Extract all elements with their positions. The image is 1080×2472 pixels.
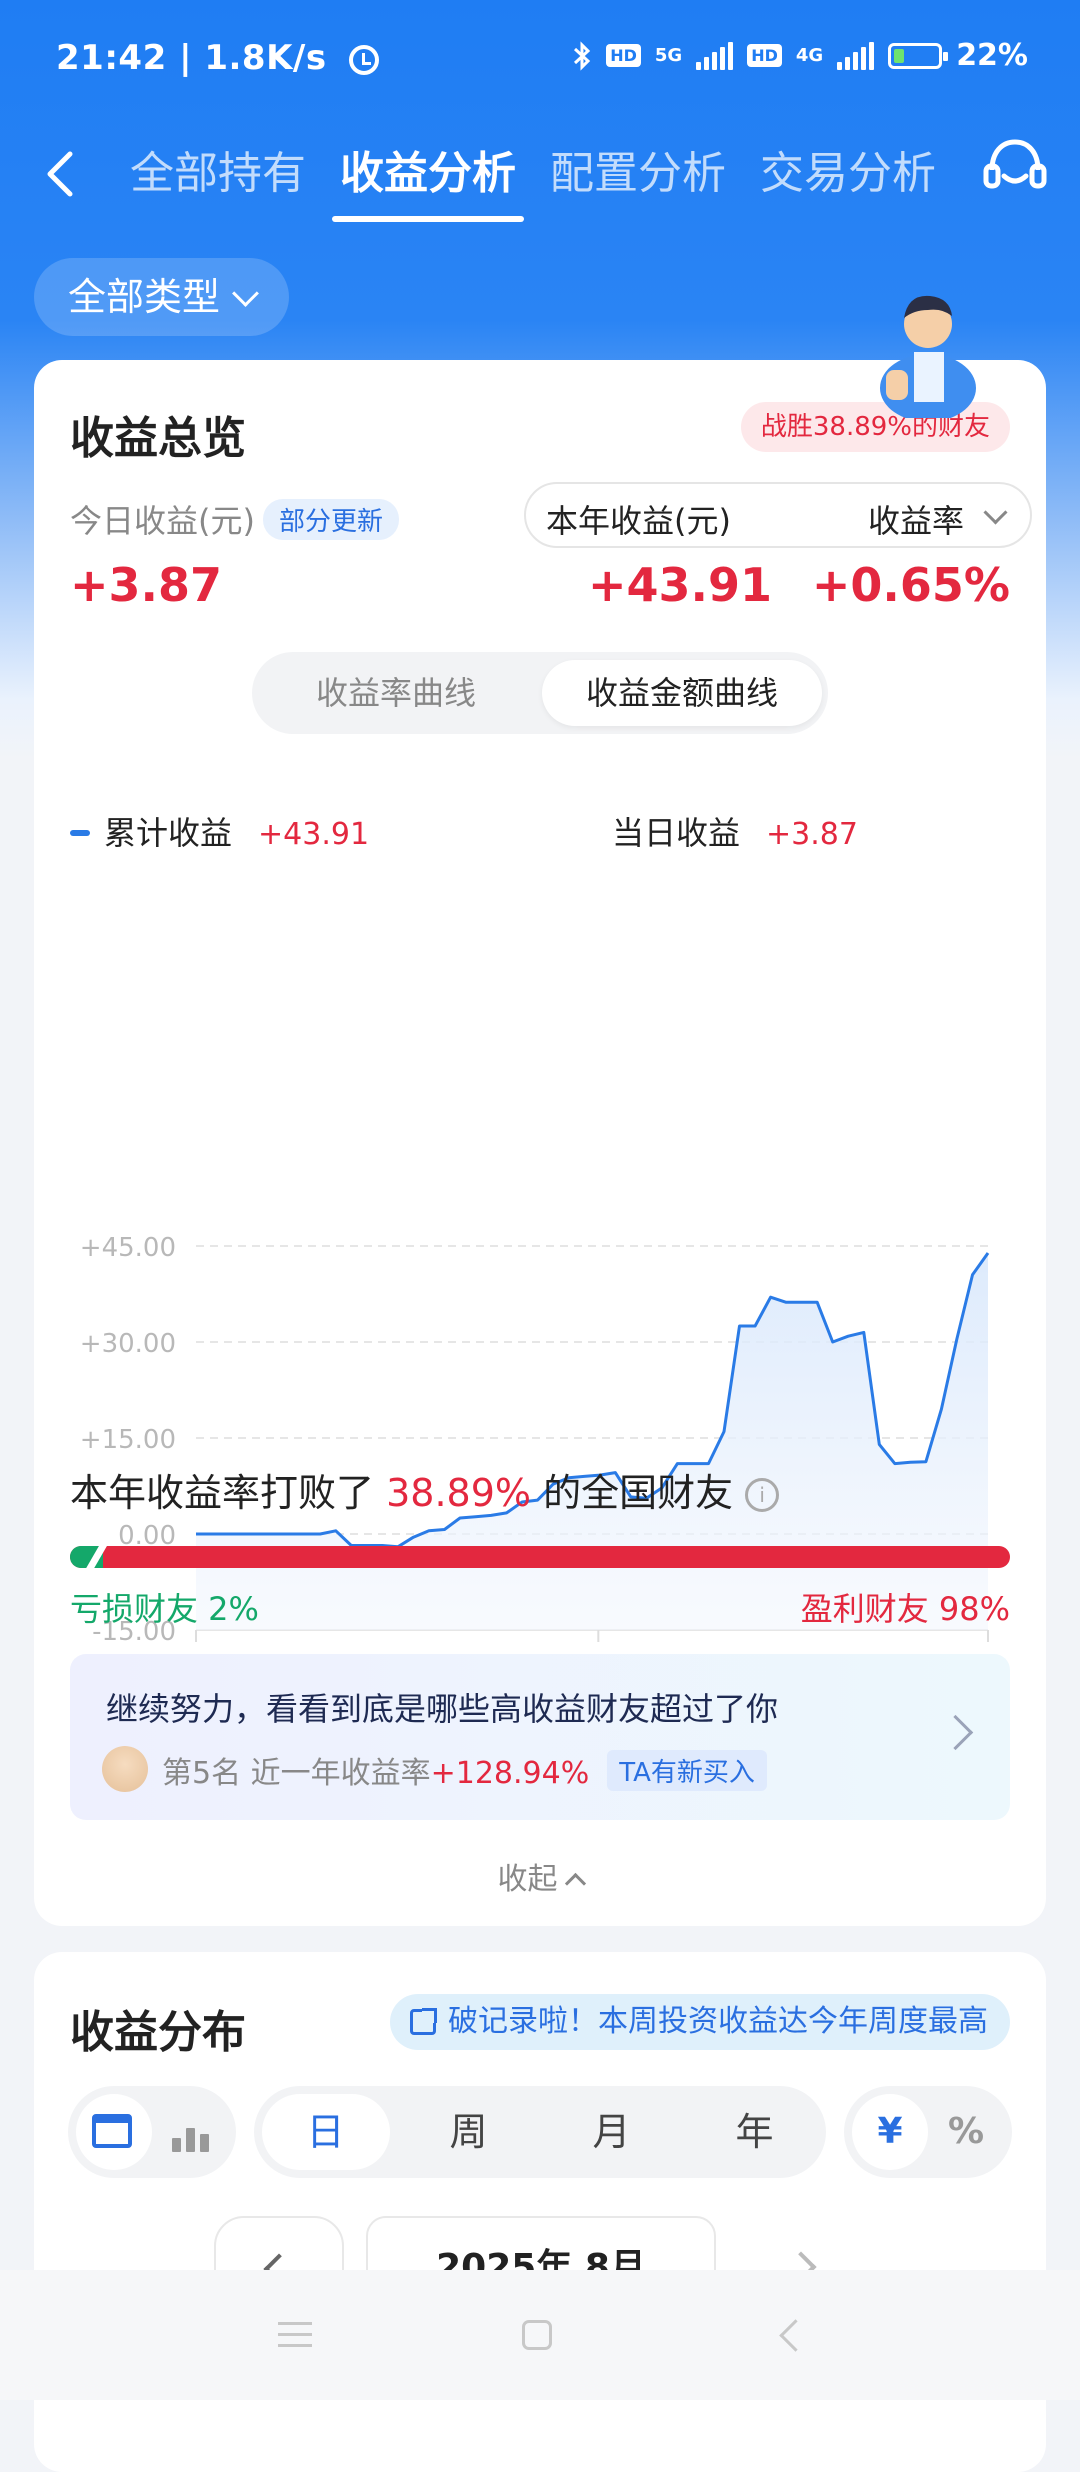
rate-label: 收益率 [867, 502, 964, 540]
high-profit-friends-banner[interactable]: 继续努力，看看到底是哪些高收益财友超过了你 第5名 近一年收益率+128.94%… [70, 1654, 1010, 1820]
rank-rate-value: +128.94% [430, 1756, 590, 1791]
hd-badge-1: HD [606, 44, 641, 67]
series-area [196, 1253, 988, 1630]
profit-rate-value: +0.65% [811, 558, 1010, 612]
banner-message: 继续努力，看看到底是哪些高收益财友超过了你 [106, 1690, 779, 1728]
year-profit-selector[interactable]: 本年收益(元) 收益率 [524, 482, 1032, 548]
status-net-speed: 1.8K/s [204, 38, 327, 78]
loss-gain-ratio-bar [70, 1546, 1010, 1568]
tab-trade-analysis[interactable]: 交易分析 [760, 134, 936, 220]
status-time: 21:42 [56, 38, 167, 78]
period-week[interactable]: 周 [397, 2086, 540, 2178]
unit-toggle: ¥ % [844, 2086, 1012, 2178]
curve-type-switch: 收益率曲线 收益金额曲线 [252, 652, 828, 734]
y-tick-label: +15.00 [80, 1425, 176, 1455]
chevron-right-icon [937, 1714, 974, 1751]
period-year[interactable]: 年 [683, 2086, 826, 2178]
amount-curve-option[interactable]: 收益金额曲线 [542, 660, 822, 726]
status-right: HD 5G HD 4G 22% [572, 38, 1028, 73]
mascot-illustration [880, 295, 976, 418]
status-left: 21:42 | 1.8K/s [56, 38, 379, 78]
profit-line-chart[interactable]: +45.00+30.00+15.000.00-15.002025-06-1920… [34, 860, 1046, 1700]
today-profit-label: 今日收益(元) 部分更新 [70, 496, 399, 542]
today-profit-value: +3.87 [70, 558, 223, 612]
top-nav: 全部持有 收益分析 配置分析 交易分析 [0, 124, 1080, 234]
home-icon[interactable] [522, 2320, 552, 2350]
overview-title: 收益总览 [70, 413, 246, 464]
battery-icon [888, 42, 949, 69]
year-profit-value: +43.91 [588, 558, 773, 612]
legend-daily: 当日收益 +3.87 [612, 814, 858, 852]
hd-badge-2: HD [747, 44, 782, 67]
avatar [102, 1746, 148, 1792]
bar-chart-icon[interactable] [172, 2112, 216, 2152]
share-link-icon [410, 2008, 437, 2035]
rank-info: 第5名 近一年收益率+128.94% TA有新买入 [162, 1748, 767, 1792]
network-5g-label: 5G [654, 44, 683, 66]
unit-yuan[interactable]: ¥ [848, 2086, 932, 2178]
type-filter-label: 全部类型 [68, 275, 221, 319]
loss-friends-label: 亏损财友 2% [70, 1590, 259, 1628]
record-badge[interactable]: 破记录啦！本周投资收益达今年周度最高 [390, 1994, 1010, 2050]
bluetooth-icon [574, 40, 591, 71]
year-profit-label: 本年收益(元) [546, 502, 731, 540]
system-nav-bar [0, 2270, 1080, 2400]
signal-5g-icon [696, 41, 734, 70]
beat-percentage: 38.89% [386, 1471, 532, 1515]
y-tick-label: +30.00 [80, 1329, 176, 1359]
unit-percent[interactable]: % [924, 2086, 1008, 2178]
back-icon[interactable] [779, 2319, 812, 2352]
back-arrow-icon[interactable] [34, 144, 94, 204]
legend-line-marker [70, 830, 90, 836]
new-buy-tag: TA有新买入 [607, 1750, 767, 1791]
chevron-down-icon [983, 500, 1008, 525]
period-tabs: 日 周 月 年 [254, 2086, 826, 2178]
calendar-icon[interactable] [92, 2114, 132, 2148]
tab-profit-analysis[interactable]: 收益分析 [332, 134, 524, 222]
network-4g-label: 4G [795, 44, 824, 66]
tab-holdings[interactable]: 全部持有 [130, 134, 306, 220]
profit-overview-card: 收益总览 战胜38.89%的财友 今日收益(元) 部分更新 +3.87 本年收益(… [34, 360, 1046, 1926]
alarm-icon [348, 45, 379, 75]
legend-cumulative: 累计收益 +43.91 [70, 808, 369, 854]
chevron-up-icon [564, 1872, 586, 1895]
partial-update-tag: 部分更新 [262, 499, 399, 540]
tab-allocation-analysis[interactable]: 配置分析 [550, 134, 726, 220]
gain-friends-label: 盈利财友 98% [800, 1590, 1010, 1628]
info-icon[interactable]: i [745, 1478, 780, 1512]
period-month[interactable]: 月 [540, 2086, 683, 2178]
distribution-title: 收益分布 [70, 2007, 246, 2058]
view-mode-toggle [68, 2086, 236, 2178]
status-bar: 21:42 | 1.8K/s HD 5G HD 4G 22% [0, 0, 1080, 124]
rate-curve-option[interactable]: 收益率曲线 [256, 660, 536, 726]
beat-statement: 本年收益率打败了 38.89% 的全国财友 i [70, 1462, 780, 1517]
battery-level: 22% [956, 38, 1028, 73]
type-filter-dropdown[interactable]: 全部类型 [34, 258, 290, 336]
collapse-toggle[interactable]: 收起 [34, 1854, 1046, 1898]
signal-4g-icon [837, 41, 875, 70]
analysis-tabs: 全部持有 收益分析 配置分析 交易分析 [130, 134, 936, 222]
y-tick-label: +45.00 [80, 1233, 176, 1263]
chevron-down-icon [232, 279, 259, 307]
menu-icon[interactable] [278, 2322, 312, 2348]
customer-service-icon[interactable] [978, 132, 1052, 206]
period-day[interactable]: 日 [254, 2086, 397, 2178]
